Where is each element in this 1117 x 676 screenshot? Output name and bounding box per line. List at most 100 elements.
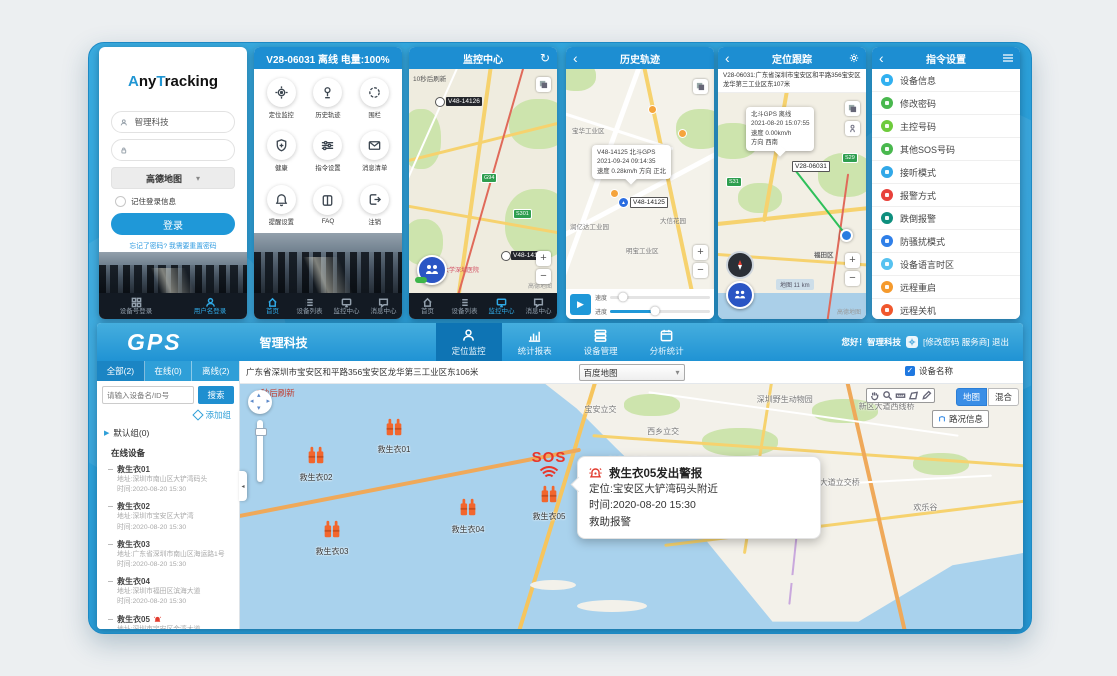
- monitor-map[interactable]: 10秒后刷新 V48-14126 G94 S301 北京大学深圳医院 V48-1…: [409, 69, 557, 293]
- zoom-in-button[interactable]: +: [536, 251, 551, 266]
- device-list-item-alarm[interactable]: 救生衣05 地址:深圳市宝安区金湾大道 时间:2020-08-20 15:30: [97, 611, 239, 630]
- menu-item-locate[interactable]: 定位监控: [258, 72, 305, 125]
- marker-lifevest-01[interactable]: 救生衣01: [370, 416, 418, 455]
- zoom-out-button[interactable]: −: [693, 263, 708, 278]
- back-icon[interactable]: ‹: [879, 47, 884, 69]
- sidebar-collapse-handle[interactable]: ◂: [239, 471, 247, 501]
- zoom-tool-icon[interactable]: [882, 390, 893, 401]
- command-row[interactable]: 其他SOS号码: [872, 138, 1020, 161]
- nav-home[interactable]: 首页: [409, 293, 446, 319]
- checkbox-checked-icon[interactable]: ✓: [905, 366, 915, 376]
- nav-device-management[interactable]: 设备管理: [568, 323, 634, 361]
- marker-lifevest-02[interactable]: 救生衣02: [292, 444, 340, 483]
- zoom-out-button[interactable]: −: [845, 271, 860, 286]
- menu-item-reminder[interactable]: 提醒设置: [258, 179, 305, 232]
- zoom-out-button[interactable]: −: [536, 269, 551, 284]
- nav-message-center[interactable]: 消息中心: [520, 293, 557, 319]
- password-input[interactable]: [133, 144, 226, 156]
- nav-message-center[interactable]: 消息中心: [365, 293, 402, 319]
- menu-item-health[interactable]: 健康: [258, 125, 305, 178]
- back-icon[interactable]: ‹: [573, 47, 578, 69]
- command-row[interactable]: 防骚扰模式: [872, 230, 1020, 253]
- command-row[interactable]: 设备语言时区: [872, 253, 1020, 276]
- device-list-item[interactable]: 救生衣01 地址:深圳市南山区大铲湾码头 时间:2020-08-20 15:30: [97, 461, 239, 498]
- login-button[interactable]: 登录: [111, 213, 235, 235]
- remember-row[interactable]: 记住登录信息: [115, 196, 176, 207]
- compass-icon[interactable]: [726, 251, 754, 279]
- tab-all-devices[interactable]: 全部(2): [97, 361, 145, 381]
- gear-icon[interactable]: [849, 47, 859, 69]
- nav-user-login[interactable]: 用户名登录: [173, 293, 247, 319]
- map-type-button[interactable]: 地图: [956, 388, 987, 406]
- nav-monitor-center[interactable]: 监控中心: [328, 293, 365, 319]
- command-row[interactable]: 远程关机: [872, 299, 1020, 319]
- tracking-map[interactable]: S31 S29 北斗GPS 离线 2021-08-20 15:07:55 速度 …: [718, 93, 866, 319]
- username-input[interactable]: [133, 116, 226, 128]
- map-pan-zoom-control[interactable]: ▴▾ ◂▸: [248, 390, 272, 482]
- back-icon[interactable]: ‹: [725, 47, 730, 69]
- progress-slider[interactable]: [610, 310, 710, 313]
- tab-offline-devices[interactable]: 离线(2): [192, 361, 239, 381]
- history-map[interactable]: V48-14125 北斗GPS 2021-09-24 09:14:35 速度 0…: [566, 69, 714, 289]
- menu-item-history[interactable]: 历史轨迹: [305, 72, 352, 125]
- zoom-in-button[interactable]: +: [693, 245, 708, 260]
- pan-hand-icon[interactable]: [869, 390, 880, 401]
- device-marker[interactable]: [435, 97, 445, 107]
- nav-home[interactable]: 首页: [254, 293, 291, 319]
- hybrid-type-button[interactable]: 混合: [988, 388, 1019, 406]
- zoom-slider[interactable]: [257, 420, 263, 482]
- menu-item-messages[interactable]: 消息清单: [351, 125, 398, 178]
- tab-online-devices[interactable]: 在线(0): [145, 361, 193, 381]
- command-row[interactable]: 修改密码: [872, 92, 1020, 115]
- cluster-people-icon[interactable]: [417, 255, 447, 285]
- device-search-input[interactable]: [102, 386, 194, 404]
- nav-locate-monitor[interactable]: 定位监控: [436, 323, 502, 361]
- menu-item-fence[interactable]: 围栏: [351, 72, 398, 125]
- command-row[interactable]: 远程重启: [872, 276, 1020, 299]
- nav-device-list[interactable]: 设备列表: [446, 293, 483, 319]
- menu-item-commands[interactable]: 指令设置: [305, 125, 352, 178]
- nav-device-list[interactable]: 设备列表: [291, 293, 328, 319]
- main-map[interactable]: 宝安立交 西乡立交 创业立交桥 南头立交 深圳野生动物园 新区大道西线桥 北环大…: [240, 384, 1023, 629]
- password-field[interactable]: [111, 139, 235, 161]
- menu-item-logout[interactable]: 注销: [351, 179, 398, 232]
- zoom-in-button[interactable]: +: [845, 253, 860, 268]
- current-position-dot[interactable]: [840, 229, 853, 242]
- username-field[interactable]: [111, 111, 235, 133]
- command-row[interactable]: 设备信息: [872, 69, 1020, 92]
- nav-device-login[interactable]: 设备号登录: [99, 293, 173, 319]
- command-row[interactable]: 主控号码: [872, 115, 1020, 138]
- layers-button[interactable]: [845, 101, 860, 116]
- layers-button[interactable]: [693, 79, 708, 94]
- device-name-checkbox-row[interactable]: ✓ 设备名称: [905, 365, 953, 377]
- pencil-icon[interactable]: [921, 390, 932, 401]
- add-group-link[interactable]: 添加组: [97, 407, 239, 423]
- nav-monitor-center[interactable]: 监控中心: [483, 293, 520, 319]
- refresh-icon[interactable]: ↻: [540, 47, 550, 69]
- device-list-item[interactable]: 救生衣02 地址:深圳市宝安区大铲湾 时间:2020-08-20 15:30: [97, 498, 239, 535]
- marker-lifevest-05-sos[interactable]: SOS 救生衣05: [525, 450, 573, 522]
- device-list-item[interactable]: 救生衣04 地址:深圳市福田区滨海大道 时间:2020-08-20 15:30: [97, 573, 239, 610]
- marker-lifevest-03[interactable]: 救生衣03: [308, 518, 356, 557]
- play-button[interactable]: ▶: [570, 294, 591, 315]
- map-provider-select[interactable]: 高德地图 ▾: [111, 167, 235, 189]
- speed-slider[interactable]: [610, 296, 710, 299]
- device-marker[interactable]: [501, 251, 511, 261]
- remember-checkbox[interactable]: [115, 196, 126, 207]
- cluster-people-icon[interactable]: [726, 281, 754, 309]
- nav-statistics-report[interactable]: 统计报表: [502, 323, 568, 361]
- command-row[interactable]: 跌倒报警: [872, 207, 1020, 230]
- menu-item-faq[interactable]: FAQ: [305, 179, 352, 232]
- menu-lines-icon[interactable]: [1003, 47, 1013, 69]
- layers-button[interactable]: [536, 77, 551, 92]
- nav-analysis-statistics[interactable]: 分析统计: [634, 323, 700, 361]
- gear-icon[interactable]: [906, 336, 918, 348]
- marker-lifevest-04[interactable]: 救生衣04: [444, 496, 492, 535]
- basemap-select[interactable]: 百度地图 ▾: [579, 364, 685, 381]
- track-point-marker[interactable]: ▲: [618, 197, 629, 208]
- default-group-row[interactable]: ▶ 默认组(0): [97, 423, 239, 443]
- traffic-info-button[interactable]: 路况信息: [932, 410, 989, 428]
- pan-rose[interactable]: ▴▾ ◂▸: [248, 390, 272, 414]
- user-actions[interactable]: [修改密码 服务商] 退出: [923, 336, 1009, 348]
- forgot-password-link[interactable]: 忘记了密码? 我需要重置密码: [99, 240, 247, 250]
